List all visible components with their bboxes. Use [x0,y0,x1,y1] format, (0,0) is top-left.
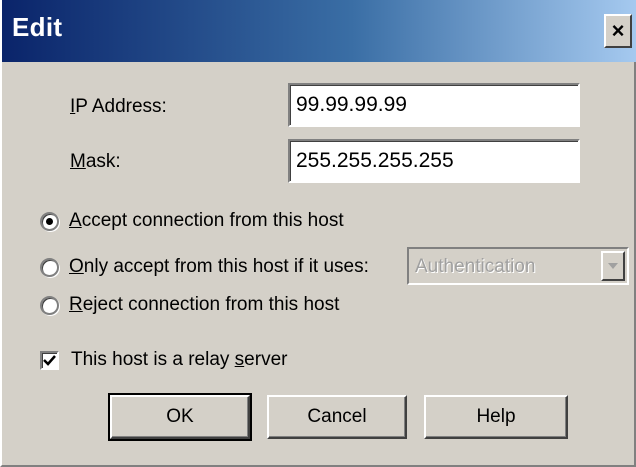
dialog-title: Edit [12,12,63,42]
help-button[interactable]: Help [424,395,568,439]
relay-server-label: This host is a relay server [71,349,288,370]
chevron-down-icon [608,263,618,269]
reject-connection-label: Reject connection from this host [69,294,340,315]
only-accept-label: Only accept from this host if it uses: [69,256,369,277]
close-icon: × [611,18,625,43]
reject-connection-option[interactable]: Reject connection from this host [40,294,339,316]
accept-connection-option[interactable]: Accept connection from this host [40,210,344,232]
cancel-button[interactable]: Cancel [267,395,407,439]
authentication-dropdown[interactable]: Authentication [407,247,629,285]
dropdown-arrow-button[interactable] [601,251,625,281]
relay-server-checkbox[interactable] [40,350,59,370]
ok-button[interactable]: OK [108,393,252,441]
only-accept-option[interactable]: Only accept from this host if it uses: [40,256,369,278]
accept-radio-button[interactable] [40,211,59,231]
close-button[interactable]: × [604,14,632,48]
only-accept-radio-button[interactable] [40,257,59,277]
ip-address-label: IP Address: [70,96,167,117]
edit-dialog: Edit × IP Address: 99.99.99.99 Mask: 255… [0,0,636,467]
ip-address-field[interactable]: 99.99.99.99 [288,83,580,127]
title-bar[interactable]: Edit × [2,0,636,62]
accept-connection-label: Accept connection from this host [69,210,344,231]
mask-label: Mask: [70,151,121,172]
mask-field[interactable]: 255.255.255.255 [288,139,580,183]
checkmark-icon [43,354,56,366]
relay-server-option[interactable]: This host is a relay server [40,349,287,371]
reject-radio-button[interactable] [40,295,59,315]
authentication-dropdown-value: Authentication [415,256,536,277]
